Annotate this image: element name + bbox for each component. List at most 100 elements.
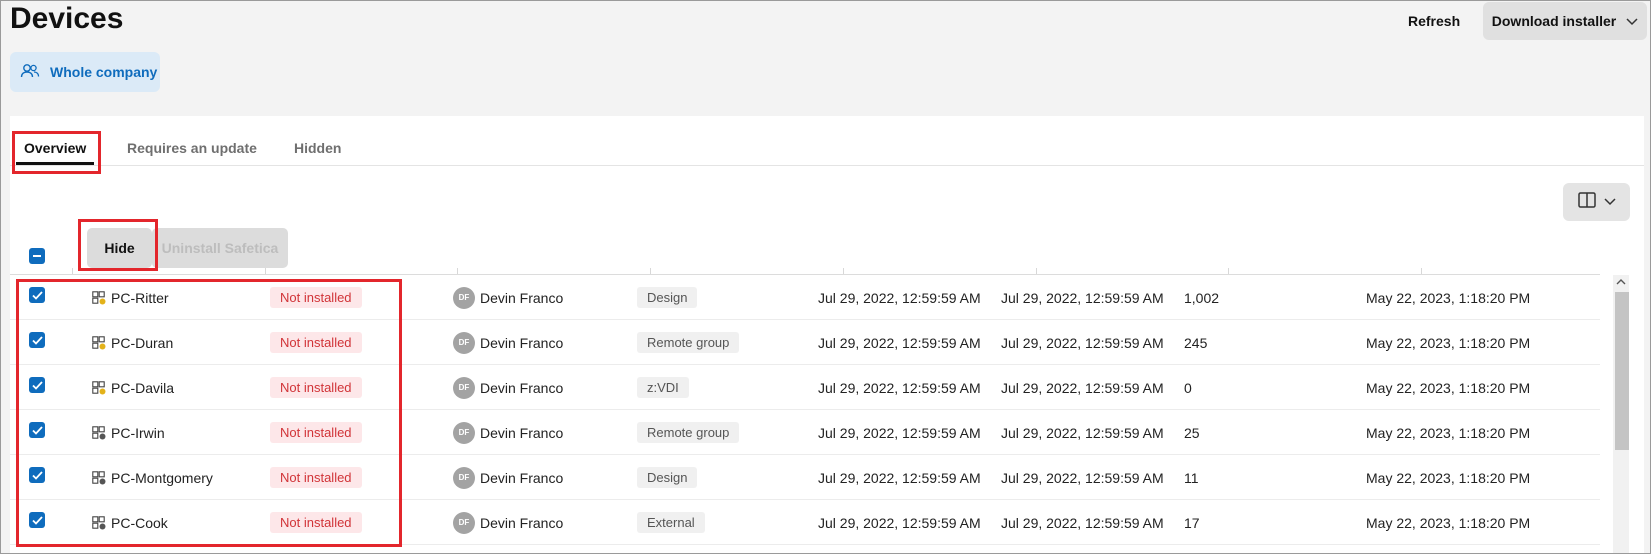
user-name: Devin Franco (480, 289, 564, 306)
table-row[interactable]: PC-Duran Not installed DF Devin Franco Remot… (10, 320, 1600, 365)
group-cell: Design (637, 275, 698, 320)
column-view-button[interactable] (1563, 183, 1630, 221)
date-cell: Jul 29, 2022, 12:59:59 AM (1001, 514, 1164, 531)
tab-overview[interactable]: Overview (24, 140, 86, 156)
date-cell: May 22, 2023, 1:18:20 PM (1366, 469, 1531, 486)
user-cell: DF Devin Franco (453, 455, 563, 500)
scrollbar-thumb[interactable] (1615, 292, 1629, 450)
row-checkbox[interactable] (29, 287, 45, 303)
windows-device-icon (92, 335, 106, 350)
avatar: DF (453, 466, 475, 489)
status-badge: Not installed (270, 422, 362, 443)
count-cell: 245 (1184, 334, 1208, 351)
table-row[interactable]: PC-Davila Not installed DF Devin Franco z:VD… (10, 365, 1600, 410)
count-cell: 11 (1184, 469, 1199, 486)
date-cell: Jul 29, 2022, 12:59:59 AM (1001, 379, 1164, 396)
active-tab-indicator (16, 162, 94, 165)
table-row[interactable]: PC-Ritter Not installed DF Devin Franco Desi… (10, 275, 1600, 320)
download-installer-button[interactable]: Download installer (1483, 2, 1647, 40)
tab-requires-update[interactable]: Requires an update (127, 140, 257, 156)
uninstall-safetica-button[interactable]: Uninstall Safetica (152, 228, 288, 268)
status-badge: Not installed (270, 467, 362, 488)
chevron-down-icon (1603, 193, 1616, 211)
date-cell: Jul 29, 2022, 12:59:59 AM (1001, 424, 1164, 441)
date-cell: May 22, 2023, 1:18:20 PM (1366, 289, 1531, 306)
windows-device-icon (92, 380, 106, 395)
scroll-up-arrow-icon[interactable] (1613, 275, 1629, 289)
avatar: DF (453, 376, 475, 399)
select-all-checkbox[interactable] (29, 248, 45, 264)
tab-hidden[interactable]: Hidden (294, 140, 341, 156)
columns-icon (1577, 191, 1596, 213)
date-cell: May 22, 2023, 1:18:20 PM (1366, 379, 1531, 396)
page-title: Devices (10, 2, 124, 35)
user-cell: DF Devin Franco (453, 320, 563, 365)
date-cell: Jul 29, 2022, 12:59:59 AM (818, 469, 981, 486)
device-name-cell[interactable]: PC-Ritter (92, 275, 169, 320)
status-badge: Not installed (270, 332, 362, 353)
windows-device-icon (92, 515, 106, 530)
status-cell: Not installed (270, 275, 362, 320)
user-cell: DF Devin Franco (453, 365, 563, 410)
device-name: PC-Duran (111, 334, 174, 351)
group-cell: Remote group (637, 410, 740, 455)
status-cell: Not installed (270, 455, 362, 500)
date-cell: May 22, 2023, 1:18:20 PM (1366, 514, 1531, 531)
count-cell: 17 (1184, 514, 1200, 531)
windows-device-icon (92, 425, 106, 440)
status-cell: Not installed (270, 365, 362, 410)
table-row[interactable]: PC-Montgomery Not installed DF Devin Franco… (10, 455, 1600, 500)
row-checkbox[interactable] (29, 512, 45, 528)
device-name-cell[interactable]: PC-Duran (92, 320, 173, 365)
date-cell: Jul 29, 2022, 12:59:59 AM (818, 514, 981, 531)
count-cell: 1,002 (1184, 289, 1220, 306)
device-name: PC-Cook (111, 514, 168, 531)
scope-selector[interactable]: Whole company (10, 52, 160, 92)
row-checkbox[interactable] (29, 422, 45, 438)
count-cell: 0 (1184, 379, 1192, 396)
date-cell: Jul 29, 2022, 12:59:59 AM (1001, 469, 1164, 486)
table-row[interactable]: PC-Irwin Not installed DF Devin Franco Remot… (10, 410, 1600, 455)
date-cell: Jul 29, 2022, 12:59:59 AM (1001, 289, 1164, 306)
chevron-down-icon (1626, 13, 1638, 29)
device-name: PC-Davila (111, 379, 175, 396)
user-cell: DF Devin Franco (453, 275, 563, 320)
group-tag: z:VDI (637, 377, 689, 398)
avatar: DF (453, 511, 475, 534)
group-cell: Remote group (637, 320, 740, 365)
group-cell: z:VDI (637, 365, 689, 410)
refresh-button[interactable]: Refresh (1396, 6, 1472, 36)
status-cell: Not installed (270, 320, 362, 365)
device-name-cell[interactable]: PC-Cook (92, 500, 168, 545)
row-checkbox[interactable] (29, 332, 45, 348)
status-badge: Not installed (270, 377, 362, 398)
group-tag: External (637, 512, 705, 533)
user-name: Devin Franco (480, 424, 564, 441)
avatar: DF (453, 331, 475, 354)
status-cell: Not installed (270, 410, 362, 455)
device-name-cell[interactable]: PC-Davila (92, 365, 174, 410)
user-name: Devin Franco (480, 334, 564, 351)
hide-button[interactable]: Hide (87, 228, 152, 268)
scope-label: Whole company (50, 64, 158, 80)
avatar: DF (453, 286, 475, 309)
device-name-cell[interactable]: PC-Irwin (92, 410, 165, 455)
date-cell: May 22, 2023, 1:18:20 PM (1366, 334, 1531, 351)
status-badge: Not installed (270, 512, 362, 533)
device-name: PC-Irwin (111, 424, 165, 441)
group-tag: Remote group (637, 332, 740, 353)
device-name-cell[interactable]: PC-Montgomery (92, 455, 213, 500)
user-name: Devin Franco (480, 469, 564, 486)
date-cell: Jul 29, 2022, 12:59:59 AM (818, 424, 981, 441)
device-name: PC-Ritter (111, 289, 169, 306)
user-name: Devin Franco (480, 514, 564, 531)
user-name: Devin Franco (480, 379, 564, 396)
group-tag: Remote group (637, 422, 740, 443)
group-cell: External (637, 500, 705, 545)
date-cell: Jul 29, 2022, 12:59:59 AM (818, 379, 981, 396)
tab-bar: Overview Requires an update Hidden (10, 116, 1644, 166)
row-checkbox[interactable] (29, 467, 45, 483)
date-cell: Jul 29, 2022, 12:59:59 AM (818, 289, 981, 306)
table-row[interactable]: PC-Cook Not installed DF Devin Franco Extern… (10, 500, 1600, 545)
row-checkbox[interactable] (29, 377, 45, 393)
